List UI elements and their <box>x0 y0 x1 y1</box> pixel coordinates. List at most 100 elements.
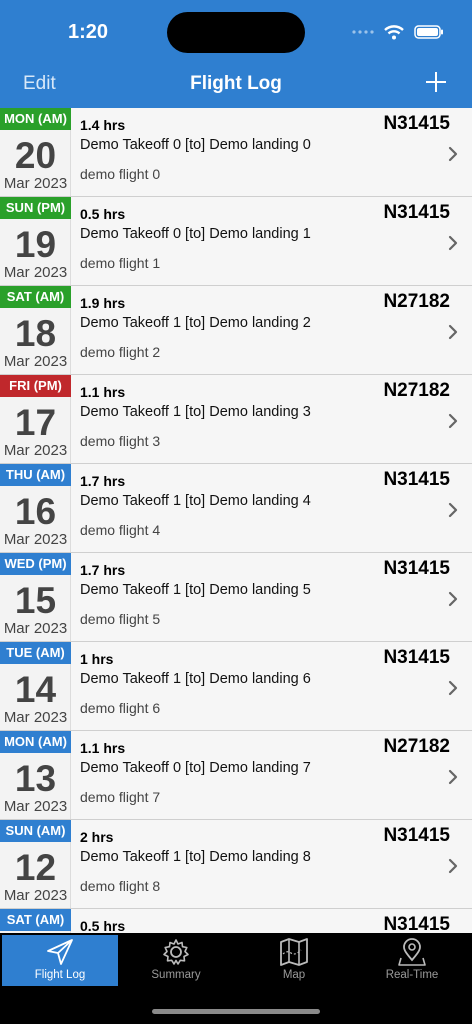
tail-number: N31415 <box>383 113 450 134</box>
flight-row[interactable]: SUN (AM) 12 Mar 2023 2 hrs N31415 Demo T… <box>0 820 472 909</box>
flight-row[interactable]: WED (PM) 15 Mar 2023 1.7 hrs N31415 Demo… <box>0 553 472 642</box>
signal-icon <box>352 30 374 34</box>
location-pin-icon <box>398 938 426 966</box>
month-year: Mar 2023 <box>3 798 68 815</box>
chevron-right-icon <box>448 146 458 162</box>
flight-hours: 1 hrs <box>80 651 114 667</box>
battery-icon <box>414 25 443 39</box>
day-number: 13 <box>14 758 57 799</box>
chevron-right-icon <box>448 413 458 429</box>
day-number: 18 <box>14 313 57 354</box>
date-column: MON (AM) 13 Mar 2023 <box>0 731 71 819</box>
map-icon <box>280 938 308 966</box>
flight-note: demo flight 5 <box>80 611 161 627</box>
date-column: MON (AM) 20 Mar 2023 <box>0 108 71 196</box>
day-number: 19 <box>14 224 57 265</box>
flight-row[interactable]: THU (AM) 16 Mar 2023 1.7 hrs N31415 Demo… <box>0 464 472 553</box>
flight-list[interactable]: MON (AM) 20 Mar 2023 1.4 hrs N31415 Demo… <box>0 108 472 933</box>
flight-note: demo flight 7 <box>80 789 161 805</box>
flight-note: demo flight 3 <box>80 433 161 449</box>
flight-row[interactable]: TUE (AM) 14 Mar 2023 1 hrs N31415 Demo T… <box>0 642 472 731</box>
tail-number: N31415 <box>383 469 450 490</box>
chevron-right-icon <box>448 769 458 785</box>
tail-number: N27182 <box>383 291 450 312</box>
flight-row[interactable]: MON (AM) 13 Mar 2023 1.1 hrs N27182 Demo… <box>0 731 472 820</box>
day-badge: SUN (AM) <box>0 820 71 842</box>
flight-row[interactable]: FRI (PM) 17 Mar 2023 1.1 hrs N27182 Demo… <box>0 375 472 464</box>
date-column: TUE (AM) 14 Mar 2023 <box>0 642 71 730</box>
flight-route: Demo Takeoff 1 [to] Demo landing 4 <box>80 493 311 509</box>
month-year: Mar 2023 <box>3 264 68 281</box>
flight-row[interactable]: SUN (PM) 19 Mar 2023 0.5 hrs N31415 Demo… <box>0 197 472 286</box>
tail-number: N31415 <box>383 914 450 933</box>
date-column: FRI (PM) 17 Mar 2023 <box>0 375 71 463</box>
header-bar: 1:20 Edit Flight Log <box>0 0 472 108</box>
flight-route: Demo Takeoff 0 [to] Demo landing 7 <box>80 760 311 776</box>
tail-number: N27182 <box>383 736 450 757</box>
flight-note: demo flight 6 <box>80 700 161 716</box>
month-year: Mar 2023 <box>3 709 68 726</box>
tab-summary[interactable]: Summary <box>118 935 234 986</box>
flight-route: Demo Takeoff 0 [to] Demo landing 1 <box>80 226 311 242</box>
flight-route: Demo Takeoff 1 [to] Demo landing 3 <box>80 404 311 420</box>
flight-hours: 1.9 hrs <box>80 295 126 311</box>
flight-route: Demo Takeoff 1 [to] Demo landing 8 <box>80 849 311 865</box>
chevron-right-icon <box>448 502 458 518</box>
date-column: THU (AM) 16 Mar 2023 <box>0 464 71 552</box>
flight-row[interactable]: MON (AM) 20 Mar 2023 1.4 hrs N31415 Demo… <box>0 108 472 197</box>
month-year: Mar 2023 <box>3 353 68 370</box>
month-year: Mar 2023 <box>3 442 68 459</box>
flight-route: Demo Takeoff 0 [to] Demo landing 0 <box>80 137 311 153</box>
date-column: SAT (AM) 18 Mar 2023 <box>0 286 71 374</box>
tail-number: N31415 <box>383 202 450 223</box>
day-badge: FRI (PM) <box>0 375 71 397</box>
month-year: Mar 2023 <box>3 620 68 637</box>
page-title: Flight Log <box>190 73 282 94</box>
day-badge: SAT (AM) <box>0 286 71 308</box>
add-flight-button[interactable] <box>424 70 448 94</box>
tail-number: N27182 <box>383 380 450 401</box>
flight-hours: 1.1 hrs <box>80 384 126 400</box>
flight-note: demo flight 4 <box>80 522 161 538</box>
day-number: 15 <box>14 580 57 621</box>
date-column: SAT (AM) <box>0 909 71 933</box>
flight-note: demo flight 0 <box>80 166 161 182</box>
tab-flight-log[interactable]: Flight Log <box>2 935 118 986</box>
day-number: 14 <box>14 669 57 710</box>
day-badge: MON (AM) <box>0 108 71 130</box>
day-badge: TUE (AM) <box>0 642 71 664</box>
flight-hours: 1.1 hrs <box>80 740 126 756</box>
paper-plane-icon <box>47 939 73 965</box>
chevron-right-icon <box>448 680 458 696</box>
flight-hours: 0.5 hrs <box>80 206 126 222</box>
tab-label: Real-Time <box>385 969 439 981</box>
chevron-right-icon <box>448 324 458 340</box>
tab-real-time[interactable]: Real-Time <box>354 935 470 986</box>
flight-route: Demo Takeoff 1 [to] Demo landing 2 <box>80 315 311 331</box>
flight-note: demo flight 8 <box>80 878 161 894</box>
flight-hours: 1.7 hrs <box>80 562 126 578</box>
tail-number: N31415 <box>383 647 450 668</box>
status-time: 1:20 <box>68 21 109 43</box>
day-badge: SUN (PM) <box>0 197 71 219</box>
day-badge: THU (AM) <box>0 464 71 486</box>
flight-row[interactable]: SAT (AM) 0.5 hrs N31415 <box>0 909 472 933</box>
day-number: 17 <box>14 402 57 443</box>
tab-label: Flight Log <box>34 969 86 981</box>
wifi-icon <box>384 24 404 39</box>
chevron-right-icon <box>448 591 458 607</box>
day-badge: SAT (AM) <box>0 909 71 931</box>
date-column: SUN (AM) 12 Mar 2023 <box>0 820 71 908</box>
flight-note: demo flight 2 <box>80 344 161 360</box>
tab-map[interactable]: Map <box>236 935 352 986</box>
flight-hours: 0.5 hrs <box>80 918 126 933</box>
status-icons <box>352 22 444 42</box>
date-column: WED (PM) 15 Mar 2023 <box>0 553 71 641</box>
flight-row[interactable]: SAT (AM) 18 Mar 2023 1.9 hrs N27182 Demo… <box>0 286 472 375</box>
day-number: 12 <box>14 847 57 888</box>
home-indicator[interactable] <box>152 1009 320 1014</box>
month-year: Mar 2023 <box>3 175 68 192</box>
flight-route: Demo Takeoff 1 [to] Demo landing 5 <box>80 582 311 598</box>
dynamic-island <box>167 12 305 53</box>
chevron-right-icon <box>448 858 458 874</box>
